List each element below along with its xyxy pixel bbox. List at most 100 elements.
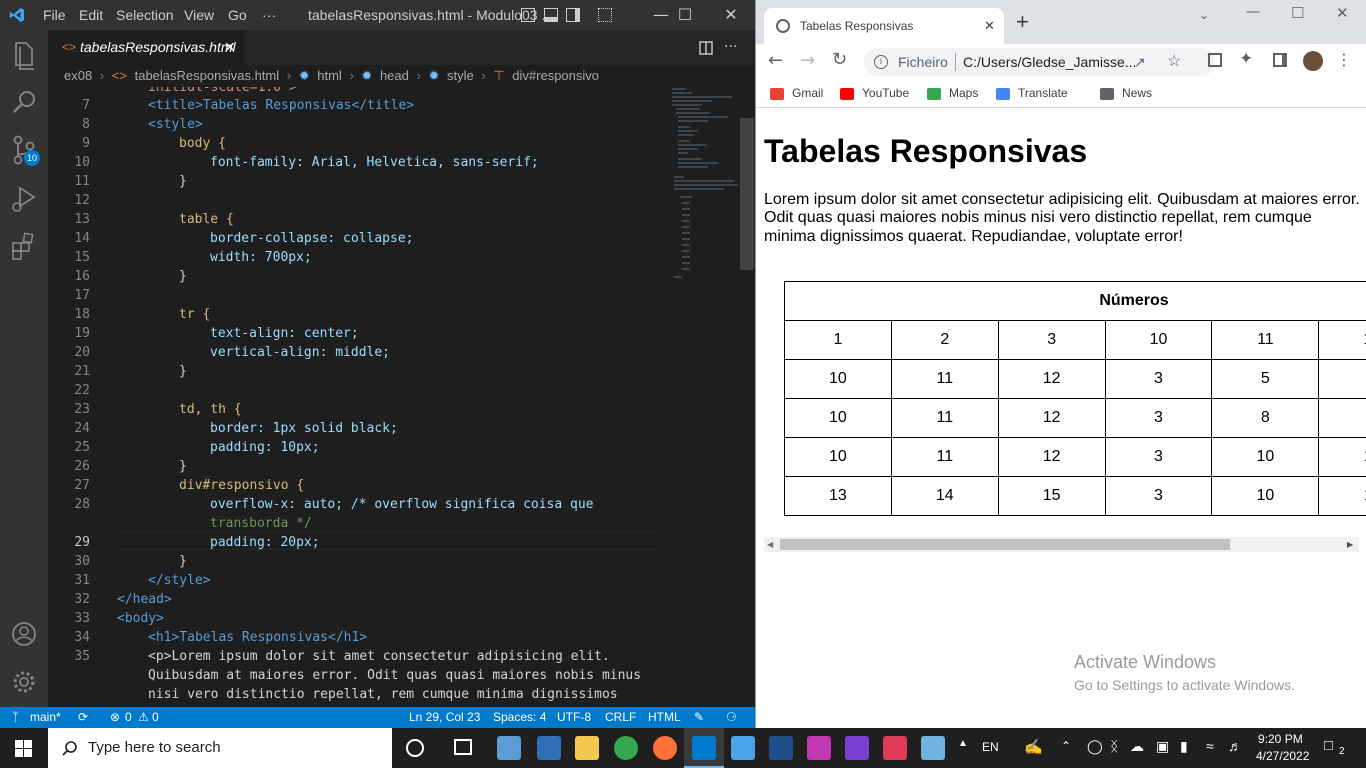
bookmark-gmail[interactable]: Gmail (770, 80, 823, 108)
side-panel-icon[interactable] (1273, 53, 1287, 67)
taskbar-search[interactable]: Type here to search (48, 728, 392, 768)
editor-scrollbar[interactable] (740, 118, 754, 270)
new-tab-button[interactable]: + (1016, 9, 1029, 35)
bluetooth-icon[interactable]: ᛝ (1110, 738, 1118, 754)
bookmark-youtube[interactable]: YouTube (840, 80, 909, 108)
battery-icon[interactable]: ▮ (1180, 738, 1188, 755)
chrome-icon[interactable] (614, 736, 638, 760)
explorer-icon[interactable] (0, 30, 48, 78)
taskbar-app-icon[interactable] (537, 736, 561, 760)
menu-go[interactable]: Go (228, 0, 247, 30)
tab-close-icon[interactable]: ✕ (984, 8, 995, 44)
volume-icon[interactable]: ♬ (1228, 738, 1242, 754)
clock-time[interactable]: 9:20 PM (1258, 732, 1303, 746)
sync-icon[interactable]: ⟳ (78, 707, 88, 728)
forward-arrow-icon[interactable]: → (800, 50, 815, 71)
chevron-up-icon[interactable]: ▲ (958, 738, 968, 749)
file-explorer-icon[interactable] (575, 736, 599, 760)
warning-icon[interactable]: ⚠ (138, 707, 149, 728)
taskbar-app-icon[interactable] (731, 736, 755, 760)
windows-start-icon[interactable] (15, 740, 32, 757)
run-debug-icon[interactable] (0, 174, 48, 222)
clock-date[interactable]: 4/27/2022 (1256, 749, 1309, 763)
back-arrow-icon[interactable]: ← (768, 50, 783, 71)
reload-icon[interactable]: ↻ (832, 49, 847, 70)
taskbar-app-icon[interactable] (883, 736, 907, 760)
menu-kebab-icon[interactable]: ⋮ (1336, 50, 1352, 69)
source-control-icon[interactable]: 10 (0, 126, 48, 174)
screenshot-icon[interactable] (1208, 53, 1222, 67)
tab-close-icon[interactable]: ✕ (224, 30, 236, 65)
menu-edit[interactable]: Edit (79, 0, 103, 30)
error-icon[interactable]: ⊗ (110, 707, 120, 728)
line-ending[interactable]: CRLF (605, 707, 636, 728)
language-mode[interactable]: HTML (648, 707, 681, 728)
tab-tabelasresponsivas[interactable]: <> tabelasResponsivas.html ✕ (48, 30, 244, 65)
browser-tab[interactable]: Tabelas Responsivas ✕ (764, 8, 1004, 44)
taskbar-app-icon[interactable] (921, 736, 945, 760)
manage-gear-icon[interactable] (0, 658, 48, 706)
more-actions-icon[interactable]: ··· (724, 30, 737, 65)
scroll-left-icon[interactable]: ◀ (767, 537, 773, 552)
pen-icon[interactable]: ✍ (1024, 738, 1043, 756)
indentation[interactable]: Spaces: 4 (493, 707, 546, 728)
notifications-icon[interactable]: □ (1324, 737, 1333, 754)
branch-name[interactable]: main* (30, 707, 61, 728)
scroll-right-icon[interactable]: ▶ (1347, 537, 1353, 552)
address-bar[interactable]: i Ficheiro C:/Users/Gledse_Jamisse... ↗ … (864, 48, 1215, 76)
tray-icon[interactable]: ◯ (1087, 738, 1103, 755)
toggle-panel-icon[interactable] (544, 8, 558, 22)
taskbar-app-icon[interactable] (497, 736, 521, 760)
tray-icon[interactable]: ▣ (1156, 738, 1169, 755)
encoding[interactable]: UTF-8 (557, 707, 591, 728)
responsive-table-container[interactable]: Números 1 2 3 10 11 12 10 11 12 3 5 (764, 261, 1366, 551)
breadcrumb-selector[interactable]: div#responsivo (512, 68, 599, 83)
scrollbar-thumb[interactable] (780, 539, 1230, 550)
menu-file[interactable]: File (43, 0, 66, 30)
bookmark-news[interactable]: News (1100, 80, 1152, 108)
breadcrumb-style[interactable]: style (447, 68, 474, 83)
tab-search-icon[interactable]: ⌄ (1199, 8, 1209, 22)
avatar[interactable] (1303, 51, 1323, 71)
horizontal-scrollbar[interactable]: ◀ ▶ (764, 537, 1359, 552)
wifi-icon[interactable]: ≈ (1206, 738, 1214, 754)
task-view-icon[interactable] (454, 739, 472, 755)
branch-icon[interactable]: ᛉ (12, 707, 19, 728)
taskbar-app-icon[interactable] (807, 736, 831, 760)
bookmark-maps[interactable]: Maps (927, 80, 978, 108)
toggle-sidebar-icon[interactable] (521, 8, 535, 22)
accounts-icon[interactable] (0, 610, 48, 658)
menu-more[interactable]: ··· (262, 0, 276, 30)
minimap[interactable] (670, 87, 740, 287)
breadcrumb-head[interactable]: head (380, 68, 409, 83)
search-icon[interactable] (0, 78, 48, 126)
breadcrumb-file[interactable]: tabelasResponsivas.html (135, 68, 280, 83)
feedback-icon[interactable]: ✎ (694, 707, 704, 728)
share-icon[interactable]: ↗ (1134, 48, 1146, 76)
extensions-puzzle-icon[interactable]: ✦ (1239, 49, 1253, 69)
minimize-button[interactable]: — (1246, 4, 1260, 20)
maximize-button[interactable]: ☐ (662, 0, 708, 30)
bookmark-star-icon[interactable]: ☆ (1167, 48, 1181, 76)
extensions-icon[interactable] (0, 222, 48, 270)
tray-chevron-icon[interactable]: ⌃ (1061, 739, 1071, 753)
code-editor[interactable]: initial-scale=1.0"> 7 <title>Tabelas Res… (48, 87, 755, 707)
notifications-bell-icon[interactable]: ⚆ (726, 707, 737, 728)
info-icon[interactable]: i (874, 55, 888, 69)
breadcrumb-html[interactable]: html (317, 68, 342, 83)
customize-layout-icon[interactable] (598, 8, 612, 22)
onedrive-icon[interactable]: ☁ (1130, 738, 1144, 755)
input-language[interactable]: EN (982, 740, 999, 754)
cortana-icon[interactable] (406, 739, 424, 757)
close-window-button[interactable]: ✕ (1336, 4, 1349, 22)
toggle-secondary-sidebar-icon[interactable] (566, 8, 580, 22)
split-editor-icon[interactable] (699, 41, 713, 55)
taskbar-app-icon[interactable] (769, 736, 793, 760)
error-count[interactable]: 0 (125, 707, 132, 728)
firefox-icon[interactable] (653, 736, 677, 760)
cursor-position[interactable]: Ln 29, Col 23 (409, 707, 480, 728)
bookmark-translate[interactable]: Translate (996, 80, 1068, 108)
warning-count[interactable]: 0 (152, 707, 159, 728)
close-window-button[interactable]: ✕ (708, 0, 754, 30)
menu-selection[interactable]: Selection (116, 0, 174, 30)
